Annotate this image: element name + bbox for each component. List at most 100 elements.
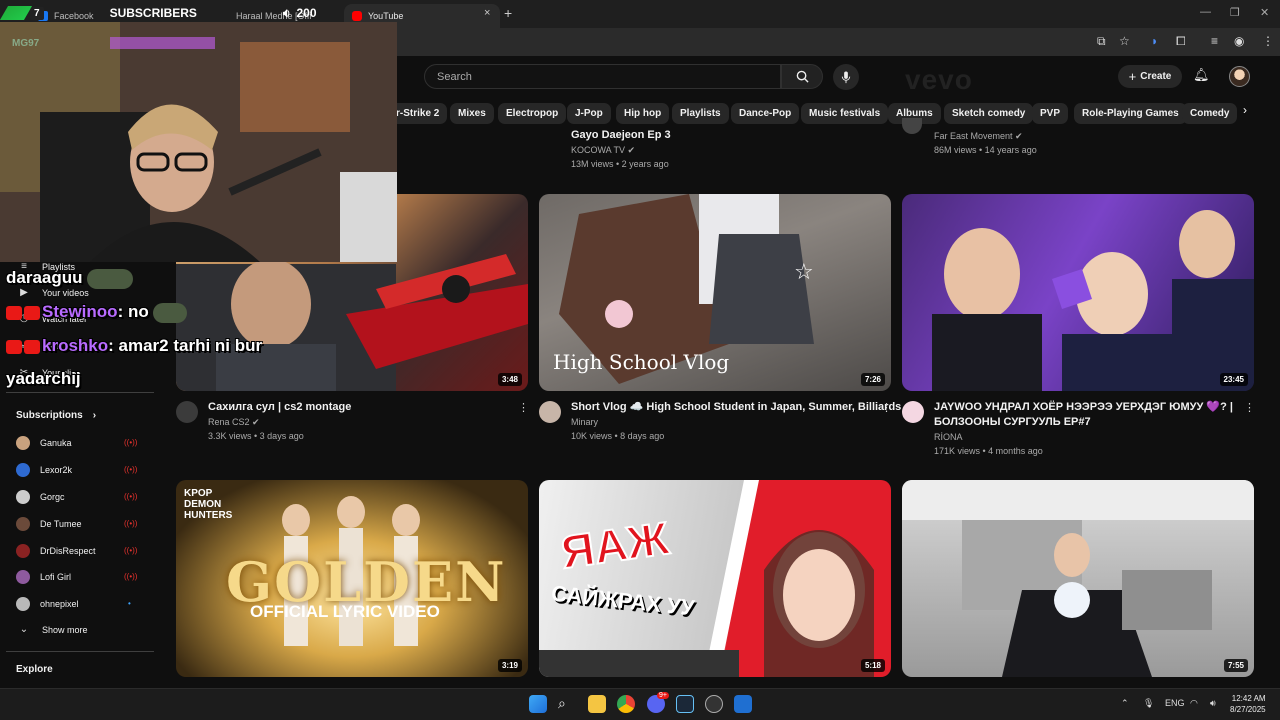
account-avatar[interactable]	[1229, 66, 1250, 87]
profile-icon[interactable]: ◉	[1234, 34, 1244, 48]
thumbnail-text-top: KPOP DEMON HUNTERS	[184, 488, 233, 521]
steam-icon[interactable]	[676, 695, 694, 713]
extension-audio-icon[interactable]: ◗	[1151, 34, 1158, 48]
notifications-bell-icon[interactable]: 🔔︎	[1193, 67, 1210, 83]
video-title-line1[interactable]: JAYWOO УНДРАЛ ХОЁР НЭЭРЭЭ УЕРХДЭГ ЮМУУ 💜…	[934, 400, 1233, 414]
microphone-icon	[841, 70, 851, 83]
webcam-overlay	[0, 22, 397, 262]
sidebar-item-your-videos[interactable]: ▶ Your videos	[16, 287, 89, 298]
chip-sketch-comedy[interactable]: Sketch comedy	[944, 103, 1034, 124]
bookmark-star-icon[interactable]: ☆	[1119, 34, 1130, 48]
input-language[interactable]: ENG	[1165, 698, 1185, 708]
tray-microphone-icon[interactable]: 🎙︎	[1143, 698, 1154, 709]
emote-icon	[153, 302, 188, 323]
chevron-right-icon: ›	[92, 410, 97, 421]
windows-start-icon[interactable]	[529, 695, 547, 713]
sidebar-subscription[interactable]: Lexor2k	[16, 463, 72, 477]
video-icon: ▶	[20, 287, 28, 298]
chat-username: kroshko	[42, 336, 109, 355]
volume-icon[interactable]: 🔊︎	[1210, 698, 1216, 709]
chip-music-festivals[interactable]: Music festivals	[801, 103, 889, 124]
chip-j-pop[interactable]: J-Pop	[567, 103, 611, 124]
chip-mixes[interactable]: Mixes	[450, 103, 494, 124]
video-title[interactable]: Сахилга сул | cs2 montage	[208, 400, 351, 414]
chip-playlists[interactable]: Playlists	[672, 103, 729, 124]
chip-pvp[interactable]: PVP	[1032, 103, 1069, 124]
live-indicator-icon: ((•))	[124, 519, 138, 528]
calculator-icon[interactable]	[734, 695, 752, 713]
channel-name[interactable]: Minary	[571, 415, 598, 429]
channel-avatar[interactable]	[902, 401, 924, 423]
channel-avatar	[16, 490, 30, 504]
search-button[interactable]	[781, 64, 823, 89]
video-menu-icon[interactable]: ⋮	[1244, 401, 1255, 414]
channel-avatar[interactable]	[902, 118, 922, 134]
chip-dance-pop[interactable]: Dance-Pop	[731, 103, 800, 124]
video-duration: 3:48	[497, 373, 522, 386]
show-more-button[interactable]: ⌄ Show more	[16, 624, 88, 635]
video-duration: 7:55	[1223, 659, 1248, 672]
graduation-art	[902, 480, 1254, 677]
live-indicator-icon: ((•))	[124, 492, 138, 501]
video-thumbnail[interactable]: 23:45	[902, 194, 1254, 391]
search-input[interactable]: Search	[424, 64, 781, 89]
tab-close-icon[interactable]: ×	[484, 7, 490, 19]
screen: Facebook Haraal Medne [Offi YouTube × + …	[0, 0, 1280, 720]
verified-icon: ✔	[1015, 131, 1023, 141]
sidebar-subscription[interactable]: Gorgc	[16, 490, 65, 504]
channel-name[interactable]: KOCOWA TV ✔	[571, 143, 635, 157]
new-tab-button[interactable]: +	[504, 5, 512, 21]
chip-role-playing-games[interactable]: Role-Playing Games	[1074, 103, 1187, 124]
channel-avatar	[16, 463, 30, 477]
wifi-icon[interactable]: ◠	[1190, 698, 1198, 709]
video-thumbnail[interactable]: 7:55	[902, 480, 1254, 677]
video-title-line2[interactable]: БОЛЗООНЫ СУРГУУЛЬ EP#7	[934, 415, 1091, 429]
video-menu-icon[interactable]: ⋮	[518, 401, 529, 414]
minimize-icon[interactable]: —	[1200, 6, 1211, 18]
video-duration: 5:18	[860, 659, 885, 672]
live-indicator-icon: ((•))	[124, 546, 138, 555]
channel-avatar	[16, 597, 30, 611]
sidebar-subscription[interactable]: ohnepixel	[16, 597, 79, 611]
maximize-icon[interactable]: ❐	[1230, 6, 1240, 19]
cast-icon[interactable]: ⧉	[1097, 34, 1106, 49]
chevron-down-icon: ⌄	[19, 624, 29, 635]
system-clock[interactable]: 12:42 AM 8/27/2025	[1230, 693, 1266, 715]
explore-header[interactable]: Explore	[16, 664, 53, 675]
voice-search-button[interactable]	[833, 64, 859, 90]
sidebar-subscription[interactable]: De Tumee	[16, 517, 82, 531]
sidebar-subscription[interactable]: Lofi Girl	[16, 570, 71, 584]
channel-name[interactable]: Far East Movement ✔	[934, 129, 1023, 143]
chip-counter-strike[interactable]: r-Strike 2	[396, 103, 448, 124]
channel-name[interactable]: RİONA	[934, 430, 963, 444]
video-title[interactable]: Gayo Daejeon Ep 3	[571, 128, 671, 142]
create-button[interactable]: + Create	[1118, 65, 1182, 88]
browser-menu-icon[interactable]: ⋮	[1262, 34, 1274, 48]
channel-name[interactable]: Rena CS2 ✔	[208, 415, 260, 429]
search-icon[interactable]: ⌕	[558, 695, 576, 713]
subscribers-label: SUBSCRIBERS	[109, 6, 197, 20]
chip-electropop[interactable]: Electropop	[498, 103, 567, 124]
video-thumbnail[interactable]: KPOP DEMON HUNTERS GOLDEN OFFICIAL LYRIC…	[176, 480, 528, 677]
channel-avatar[interactable]	[539, 401, 561, 423]
sidebar-subscription[interactable]: Ganuka	[16, 436, 72, 450]
file-explorer-icon[interactable]	[588, 695, 606, 713]
subscriptions-header[interactable]: Subscriptions ›	[16, 410, 96, 421]
sidebar-subscription[interactable]: DrDisRespect	[16, 544, 96, 558]
video-menu-icon[interactable]: ⋮	[881, 401, 892, 414]
chip-comedy[interactable]: Comedy	[1182, 103, 1238, 124]
svg-text:☆: ☆	[794, 259, 814, 284]
video-title[interactable]: Short Vlog ☁️ High School Student in Jap…	[571, 400, 901, 414]
channel-avatar[interactable]	[176, 401, 198, 423]
window-close-icon[interactable]: ✕	[1260, 6, 1269, 19]
tray-chevron-up-icon[interactable]: ⌃	[1121, 698, 1129, 709]
emote-icon	[87, 268, 134, 289]
chip-hip-hop[interactable]: Hip hop	[616, 103, 670, 124]
video-thumbnail[interactable]: ЯАЖ САЙЖРАХ УУ 5:18	[539, 480, 891, 677]
extensions-icon[interactable]: ⧠	[1176, 34, 1186, 49]
media-control-icon[interactable]: ≡	[1211, 34, 1218, 48]
chevron-right-icon[interactable]: ›	[1243, 103, 1247, 117]
chrome-icon[interactable]	[617, 695, 635, 713]
video-thumbnail[interactable]: ☆ High School Vlog 7:26	[539, 194, 891, 391]
obs-icon[interactable]	[705, 695, 723, 713]
